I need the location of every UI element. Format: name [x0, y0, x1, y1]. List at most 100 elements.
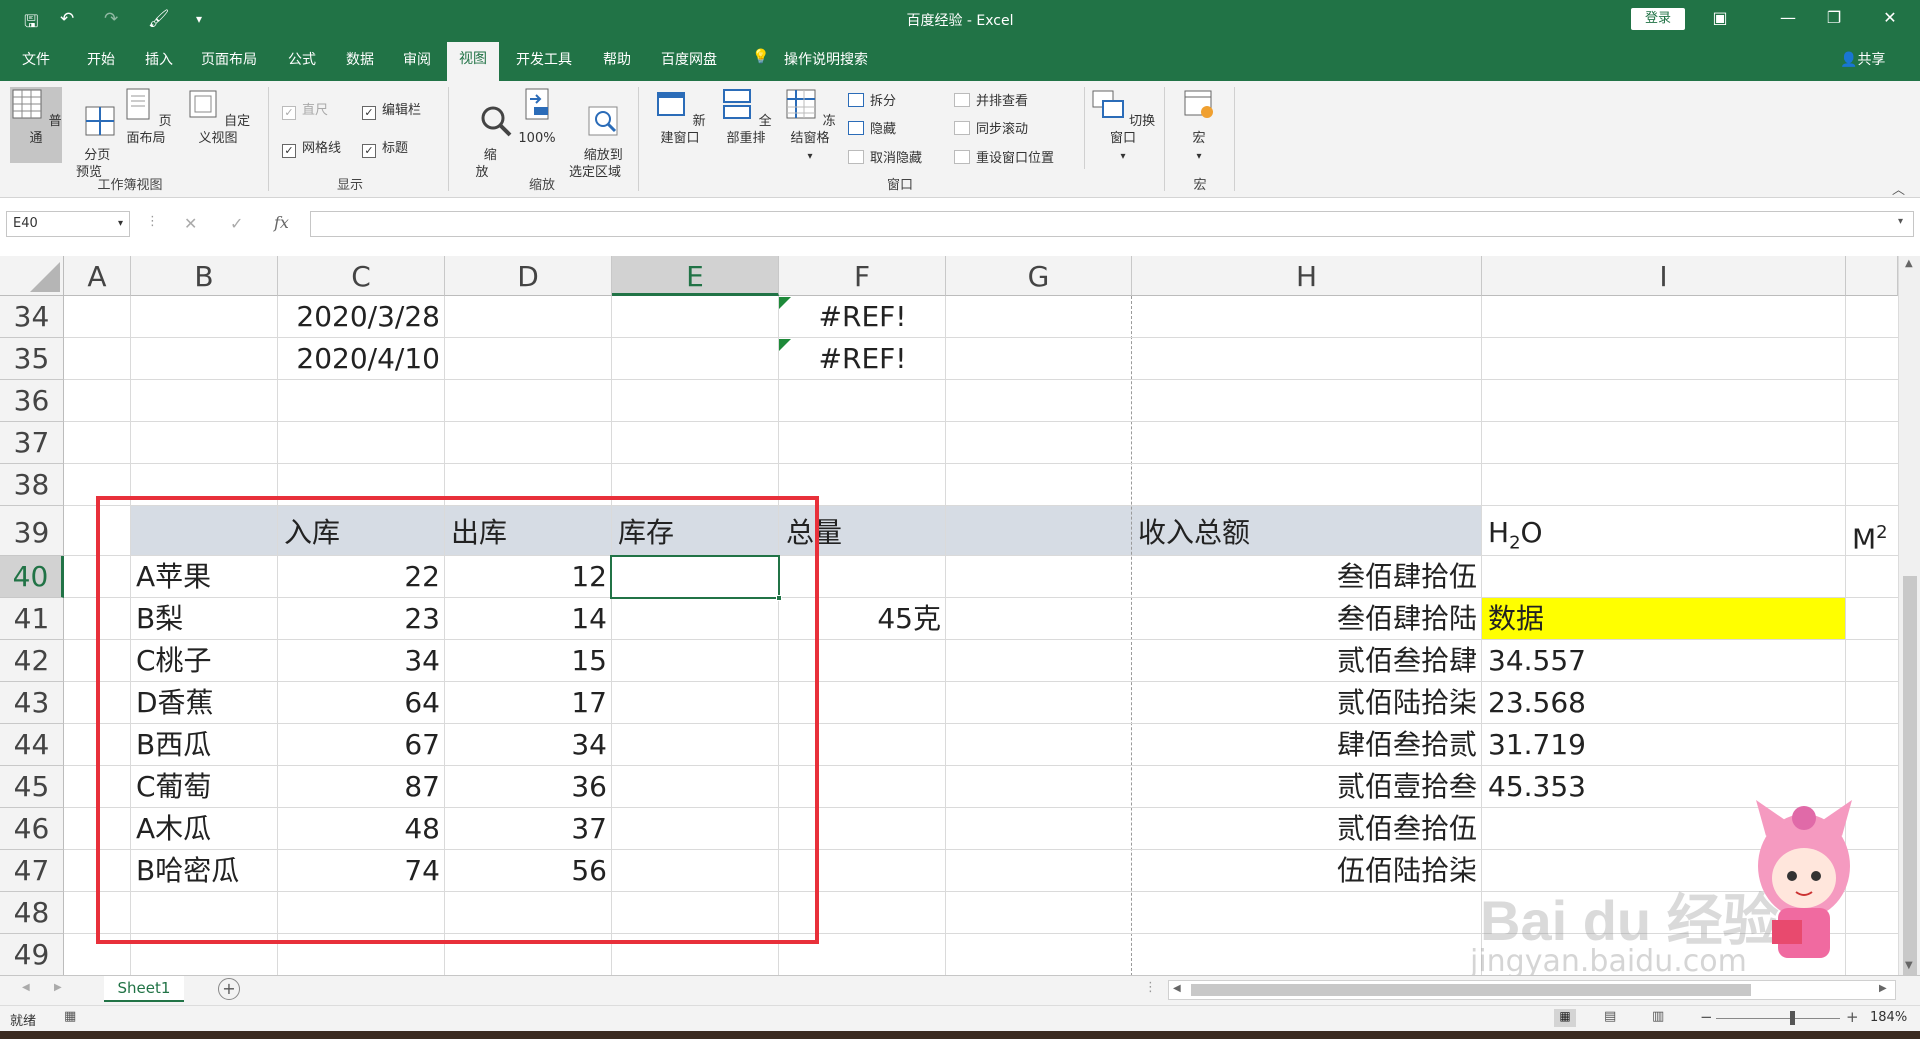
sync-scroll-button[interactable]: 同步滚动	[954, 118, 1028, 137]
macro-record-icon[interactable]: ▦	[64, 1009, 76, 1024]
macros-button[interactable]: 宏 ▾	[1176, 87, 1222, 165]
cell-i41[interactable]: 数据	[1488, 599, 1544, 639]
row-header-34[interactable]: 34	[0, 296, 64, 338]
row-header-47[interactable]: 47	[0, 850, 64, 892]
horizontal-scrollbar[interactable]: ◀ ▶	[1168, 980, 1896, 1000]
cell-h45[interactable]: 贰佰壹拾叁	[1132, 767, 1477, 807]
custom-views-button[interactable]: 自定义视图	[180, 87, 256, 147]
column-header-h[interactable]: H	[1132, 256, 1482, 296]
reset-window-position-button[interactable]: 重设窗口位置	[954, 147, 1054, 166]
zoom-100-button[interactable]: 100%	[512, 87, 562, 147]
insert-function-icon[interactable]: fx	[274, 213, 289, 232]
zoom-out-button[interactable]: −	[1700, 1008, 1713, 1026]
tab-file[interactable]: 文件	[22, 49, 50, 69]
row-header-36[interactable]: 36	[0, 380, 64, 422]
tab-developer[interactable]: 开发工具	[516, 49, 572, 69]
hide-button[interactable]: 隐藏	[848, 118, 896, 137]
page-layout-button[interactable]: 页面布局	[114, 87, 178, 147]
row-header-39[interactable]: 39	[0, 506, 64, 556]
tab-formulas[interactable]: 公式	[288, 49, 316, 69]
column-header-e[interactable]: E	[612, 256, 779, 296]
login-button[interactable]: 登录	[1631, 8, 1685, 30]
row-header-44[interactable]: 44	[0, 724, 64, 766]
cell-h39[interactable]: 收入总额	[1138, 513, 1250, 553]
row-header-35[interactable]: 35	[0, 338, 64, 380]
row-header-41[interactable]: 41	[0, 598, 64, 640]
next-sheet-icon[interactable]: ▶	[54, 982, 62, 993]
tab-view[interactable]: 视图	[447, 42, 499, 81]
cell-h47[interactable]: 伍佰陆拾柒	[1132, 851, 1477, 891]
select-all-button[interactable]	[0, 256, 64, 296]
headings-checkbox[interactable]: ✓ 标题	[362, 137, 408, 158]
worksheet-grid[interactable]: A B C D E F G H I 34 35 36 37 38 39 40 4…	[0, 256, 1898, 975]
cell-c35[interactable]: 2020/4/10	[278, 339, 440, 379]
column-header-f[interactable]: F	[779, 256, 946, 296]
unhide-button[interactable]: 取消隐藏	[848, 147, 922, 166]
column-header-i[interactable]: I	[1482, 256, 1846, 296]
cell-h43[interactable]: 贰佰陆拾柒	[1132, 683, 1477, 723]
cell-f35[interactable]: #REF!	[779, 339, 946, 379]
row-header-42[interactable]: 42	[0, 640, 64, 682]
vertical-scrollbar[interactable]: ▲ ▼	[1898, 256, 1920, 976]
ribbon-display-options-icon[interactable]: ▣	[1700, 8, 1740, 27]
scroll-right-icon[interactable]: ▶	[1879, 983, 1887, 994]
cell-c34[interactable]: 2020/3/28	[278, 297, 440, 337]
tab-insert[interactable]: 插入	[145, 49, 173, 69]
cancel-icon[interactable]: ✕	[184, 214, 197, 233]
switch-windows-button[interactable]: 切换窗口 ▾	[1090, 87, 1156, 165]
cell-i44[interactable]: 31.719	[1488, 725, 1586, 765]
row-header-49[interactable]: 49	[0, 934, 64, 975]
page-break-view-icon[interactable]: ▥	[1652, 1009, 1664, 1024]
cell-h41[interactable]: 叁佰肆拾陆	[1132, 599, 1477, 639]
tab-help[interactable]: 帮助	[603, 49, 631, 69]
split-handle-icon[interactable]: ⋮	[1144, 980, 1157, 995]
scrollbar-thumb[interactable]	[1903, 576, 1917, 976]
tab-baidu-netdisk[interactable]: 百度网盘	[661, 49, 717, 69]
split-button[interactable]: 拆分	[848, 90, 896, 109]
cell-i43[interactable]: 23.568	[1488, 683, 1586, 723]
tab-review[interactable]: 审阅	[403, 49, 431, 69]
cell-i42[interactable]: 34.557	[1488, 641, 1586, 681]
scroll-left-icon[interactable]: ◀	[1173, 983, 1181, 994]
zoom-slider-track[interactable]	[1716, 1018, 1840, 1019]
cell-h42[interactable]: 贰佰叁拾肆	[1132, 641, 1477, 681]
scroll-down-icon[interactable]: ▼	[1905, 960, 1913, 971]
column-header-a[interactable]: A	[64, 256, 131, 296]
column-header-j[interactable]	[1846, 256, 1898, 296]
tell-me-search[interactable]: 操作说明搜索	[784, 49, 868, 69]
zoom-in-button[interactable]: +	[1846, 1008, 1859, 1026]
zoom-level[interactable]: 184%	[1870, 1010, 1907, 1025]
collapse-ribbon-icon[interactable]: ︿	[1892, 179, 1905, 198]
close-icon[interactable]: ✕	[1870, 8, 1910, 27]
normal-view-button[interactable]: 普通	[10, 87, 62, 163]
row-header-46[interactable]: 46	[0, 808, 64, 850]
sheet-tab-sheet1[interactable]: Sheet1	[104, 976, 184, 1002]
cell-h40[interactable]: 叁佰肆拾伍	[1132, 557, 1477, 597]
column-header-g[interactable]: G	[946, 256, 1132, 296]
cell-i45[interactable]: 45.353	[1488, 767, 1586, 807]
scrollbar-thumb[interactable]	[1191, 984, 1751, 996]
row-header-48[interactable]: 48	[0, 892, 64, 934]
tab-home[interactable]: 开始	[87, 49, 115, 69]
row-header-40[interactable]: 40	[0, 556, 64, 598]
arrange-all-button[interactable]: 全部重排	[714, 87, 778, 147]
new-window-button[interactable]: 新建窗口	[648, 87, 712, 147]
gridlines-checkbox[interactable]: ✓ 网格线	[282, 137, 341, 158]
tab-page-layout[interactable]: 页面布局	[201, 49, 257, 69]
side-by-side-button[interactable]: 并排查看	[954, 90, 1028, 109]
tab-data[interactable]: 数据	[346, 49, 374, 69]
minimize-icon[interactable]: —	[1768, 8, 1808, 27]
row-header-37[interactable]: 37	[0, 422, 64, 464]
column-header-b[interactable]: B	[131, 256, 278, 296]
enter-icon[interactable]: ✓	[230, 214, 243, 233]
name-box[interactable]: E40 ▾	[6, 211, 130, 237]
prev-sheet-icon[interactable]: ◀	[22, 982, 30, 993]
row-header-45[interactable]: 45	[0, 766, 64, 808]
page-layout-view-icon[interactable]: ▤	[1604, 1009, 1616, 1024]
share-button[interactable]: 👤共享	[1840, 49, 1885, 69]
row-header-38[interactable]: 38	[0, 464, 64, 506]
freeze-panes-button[interactable]: 冻结窗格 ▾	[778, 87, 842, 165]
ruler-checkbox[interactable]: ✓ 直尺	[282, 99, 328, 120]
row-header-43[interactable]: 43	[0, 682, 64, 724]
restore-icon[interactable]: ❐	[1814, 8, 1854, 27]
